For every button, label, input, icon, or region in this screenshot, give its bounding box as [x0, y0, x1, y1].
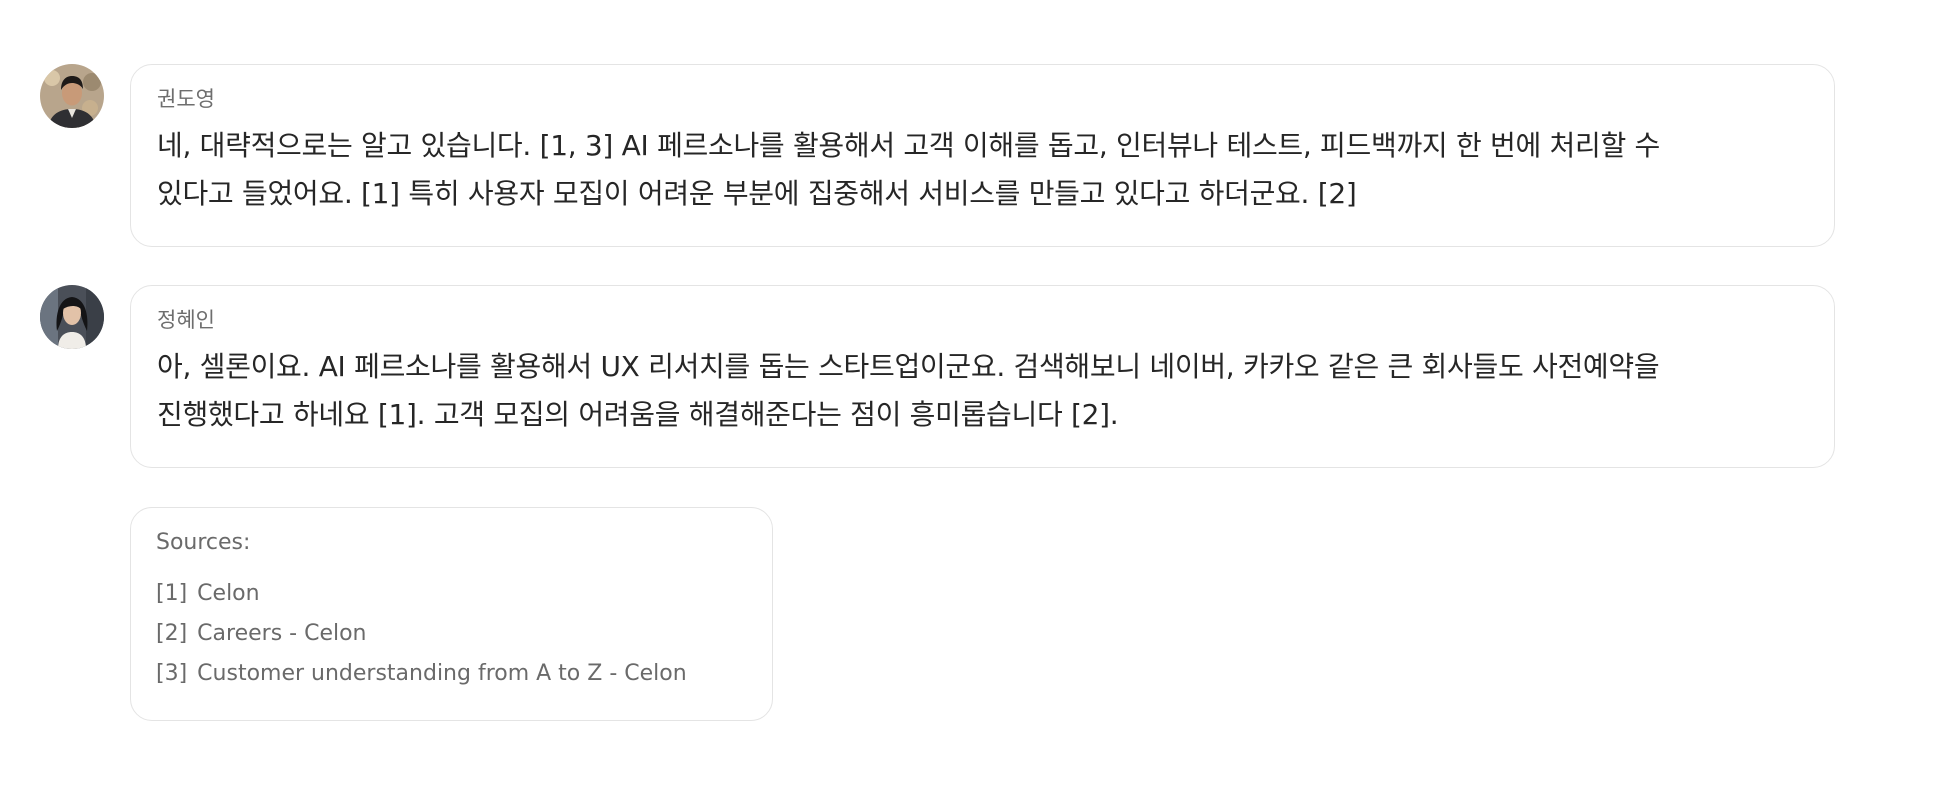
source-index: [2]	[156, 621, 188, 646]
message-line: 네, 대략적으로는 알고 있습니다. [1, 3] AI 페르소나를 활용해서 …	[157, 129, 1660, 162]
sources-panel: Sources: [1] Celon [2] Careers - Celon [3]…	[130, 507, 773, 721]
message-text: 네, 대략적으로는 알고 있습니다. [1, 3] AI 페르소나를 활용해서 …	[157, 122, 1808, 218]
source-label[interactable]: Careers - Celon	[197, 621, 366, 646]
source-link[interactable]: [3] Customer understanding from A to Z - …	[156, 654, 746, 694]
message-line: 아, 셀론이요. AI 페르소나를 활용해서 UX 리서치를 돕는 스타트업이군…	[157, 350, 1660, 383]
avatar-man-icon	[40, 64, 104, 128]
avatar[interactable]	[40, 285, 104, 349]
message-text: 아, 셀론이요. AI 페르소나를 활용해서 UX 리서치를 돕는 스타트업이군…	[157, 343, 1808, 439]
chat-message: 정혜인 아, 셀론이요. AI 페르소나를 활용해서 UX 리서치를 돕는 스타…	[40, 285, 1835, 468]
sources-title: Sources:	[156, 530, 251, 555]
source-index: [1]	[156, 581, 188, 606]
source-link[interactable]: [1] Celon	[156, 574, 746, 614]
chat-message: 권도영 네, 대략적으로는 알고 있습니다. [1, 3] AI 페르소나를 활…	[40, 64, 1835, 247]
avatar-woman-icon	[40, 285, 104, 349]
avatar[interactable]	[40, 64, 104, 128]
message-line: 있다고 들었어요. [1] 특히 사용자 모집이 어려운 부분에 집중해서 서비…	[157, 177, 1357, 210]
message-bubble: 정혜인 아, 셀론이요. AI 페르소나를 활용해서 UX 리서치를 돕는 스타…	[130, 285, 1835, 468]
author-name: 정혜인	[157, 308, 215, 332]
source-label[interactable]: Customer understanding from A to Z - Cel…	[197, 661, 687, 686]
source-index: [3]	[156, 661, 188, 686]
source-label[interactable]: Celon	[197, 581, 259, 606]
source-link[interactable]: [2] Careers - Celon	[156, 614, 746, 654]
author-name: 권도영	[157, 87, 215, 111]
message-bubble: 권도영 네, 대략적으로는 알고 있습니다. [1, 3] AI 페르소나를 활…	[130, 64, 1835, 247]
message-line: 진행했다고 하네요 [1]. 고객 모집의 어려움을 해결해준다는 점이 흥미롭…	[157, 398, 1119, 431]
